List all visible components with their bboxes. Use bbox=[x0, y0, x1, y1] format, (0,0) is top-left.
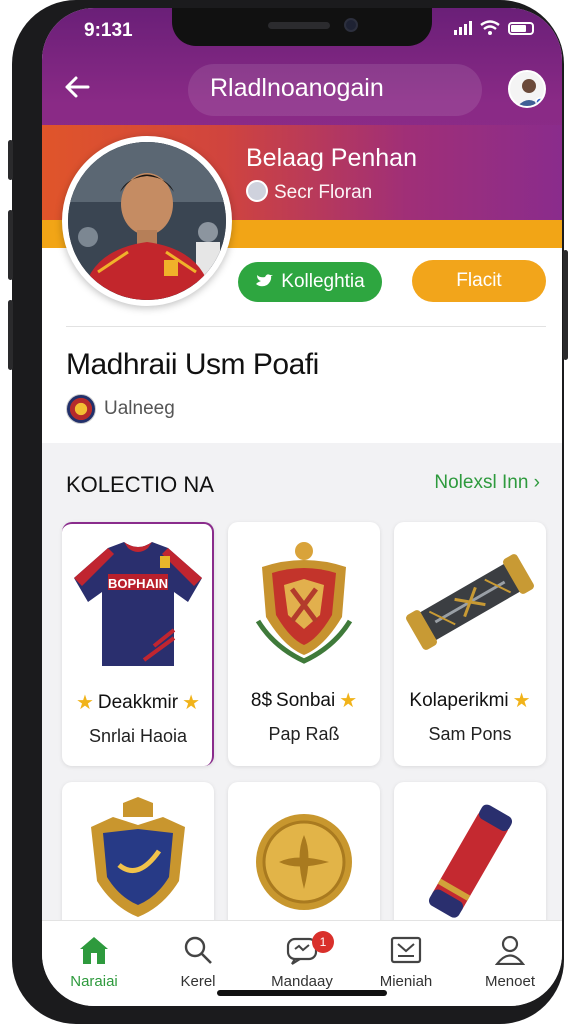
jersey-icon: BOPHAIN bbox=[62, 524, 212, 684]
team-logo-icon bbox=[66, 394, 96, 424]
star-icon: ★ bbox=[75, 692, 94, 714]
account-avatar[interactable] bbox=[508, 70, 546, 108]
battery-icon bbox=[508, 21, 534, 35]
shield-badge-icon bbox=[228, 522, 380, 682]
follow-button[interactable]: Kolleghtia bbox=[238, 262, 382, 302]
card-title: Deakkmir bbox=[97, 691, 179, 713]
nav-label: Menoet bbox=[484, 973, 536, 990]
team-name: Ualneeg bbox=[104, 398, 175, 419]
card-prefix: 8$ bbox=[250, 689, 273, 711]
message-button[interactable]: Flacit bbox=[412, 260, 546, 302]
profile-photo[interactable] bbox=[62, 136, 232, 306]
player-portrait bbox=[68, 142, 226, 300]
app-screen: 9:131 Rladlnoanogain Belaag Penhan Secr … bbox=[42, 8, 562, 1006]
scroll-icon bbox=[394, 522, 546, 682]
divider bbox=[66, 326, 546, 327]
collection-card[interactable]: 8$ Sonbai ★ Pap Raß bbox=[228, 522, 380, 766]
see-all-label: Nolexsl Inn bbox=[434, 472, 529, 493]
nav-label: Mandaay bbox=[271, 973, 333, 990]
collection-card[interactable] bbox=[394, 782, 546, 942]
crest-icon bbox=[62, 782, 214, 942]
card-title: Sonbai bbox=[276, 689, 336, 711]
nav-label: Mieniah bbox=[379, 973, 433, 990]
player-full-name: Madhraii Usm Poafi bbox=[66, 348, 319, 381]
card-title-row: 8$ Sonbai ★ bbox=[228, 688, 380, 713]
profile-handle: Secr Floran bbox=[274, 182, 373, 203]
collection-title: KOLECTIO NA bbox=[66, 472, 214, 497]
profile-display-name: Belaag Penhan bbox=[246, 144, 417, 172]
collection-card[interactable]: Kolaperikmi ★ Sam Pons bbox=[394, 522, 546, 766]
notch bbox=[172, 8, 432, 46]
search-icon bbox=[184, 936, 212, 964]
star-icon: ★ bbox=[339, 690, 358, 712]
nav-label: Naraiai bbox=[70, 973, 118, 990]
star-icon: ★ bbox=[182, 692, 201, 714]
status-icons bbox=[454, 20, 534, 36]
home-indicator[interactable] bbox=[217, 990, 387, 996]
see-all-link[interactable]: Nolexsl Inn › bbox=[434, 472, 540, 494]
verified-icon bbox=[246, 180, 268, 202]
collection-card[interactable] bbox=[228, 782, 380, 942]
follow-label: Kolleghtia bbox=[281, 271, 365, 292]
signal-icon bbox=[454, 21, 472, 35]
team-row[interactable]: Ualneeg bbox=[66, 394, 175, 424]
wifi-icon bbox=[480, 20, 500, 35]
message-label: Flacit bbox=[456, 270, 502, 291]
card-title-row: ★ Deakkmir ★ bbox=[62, 690, 212, 715]
chevron-right-icon: › bbox=[533, 472, 540, 493]
card-title: Kolaperikmi bbox=[409, 689, 509, 711]
back-button[interactable] bbox=[62, 72, 96, 106]
home-icon bbox=[80, 937, 108, 964]
card-subtitle: Sam Pons bbox=[428, 724, 512, 744]
card-subtitle: Snrlai Haoia bbox=[88, 726, 188, 746]
bird-icon bbox=[256, 274, 274, 287]
notification-badge: 1 bbox=[312, 931, 334, 953]
svg-text:BOPHAIN: BOPHAIN bbox=[108, 576, 168, 591]
phone-frame: 9:131 Rladlnoanogain Belaag Penhan Secr … bbox=[8, 0, 568, 1024]
status-time: 9:131 bbox=[84, 20, 133, 41]
nav-home[interactable]: Naraiai bbox=[42, 921, 146, 1006]
nav-profile[interactable]: Menoet bbox=[458, 921, 562, 1006]
gold-coin-icon bbox=[228, 782, 380, 942]
inbox-icon bbox=[390, 936, 422, 964]
page-title: Rladlnoanogain bbox=[210, 74, 384, 102]
arrow-left-icon bbox=[65, 76, 90, 98]
nav-label: Kerel bbox=[180, 973, 216, 990]
collection-card[interactable]: BOPHAIN ★ Deakkmir ★ Snrlai Haoia bbox=[62, 522, 214, 766]
red-scroll-icon bbox=[394, 782, 546, 942]
card-subtitle: Pap Raß bbox=[268, 724, 340, 744]
collection-card[interactable] bbox=[62, 782, 214, 942]
user-icon bbox=[495, 935, 525, 965]
card-title-row: Kolaperikmi ★ bbox=[394, 688, 546, 713]
star-icon: ★ bbox=[512, 690, 531, 712]
